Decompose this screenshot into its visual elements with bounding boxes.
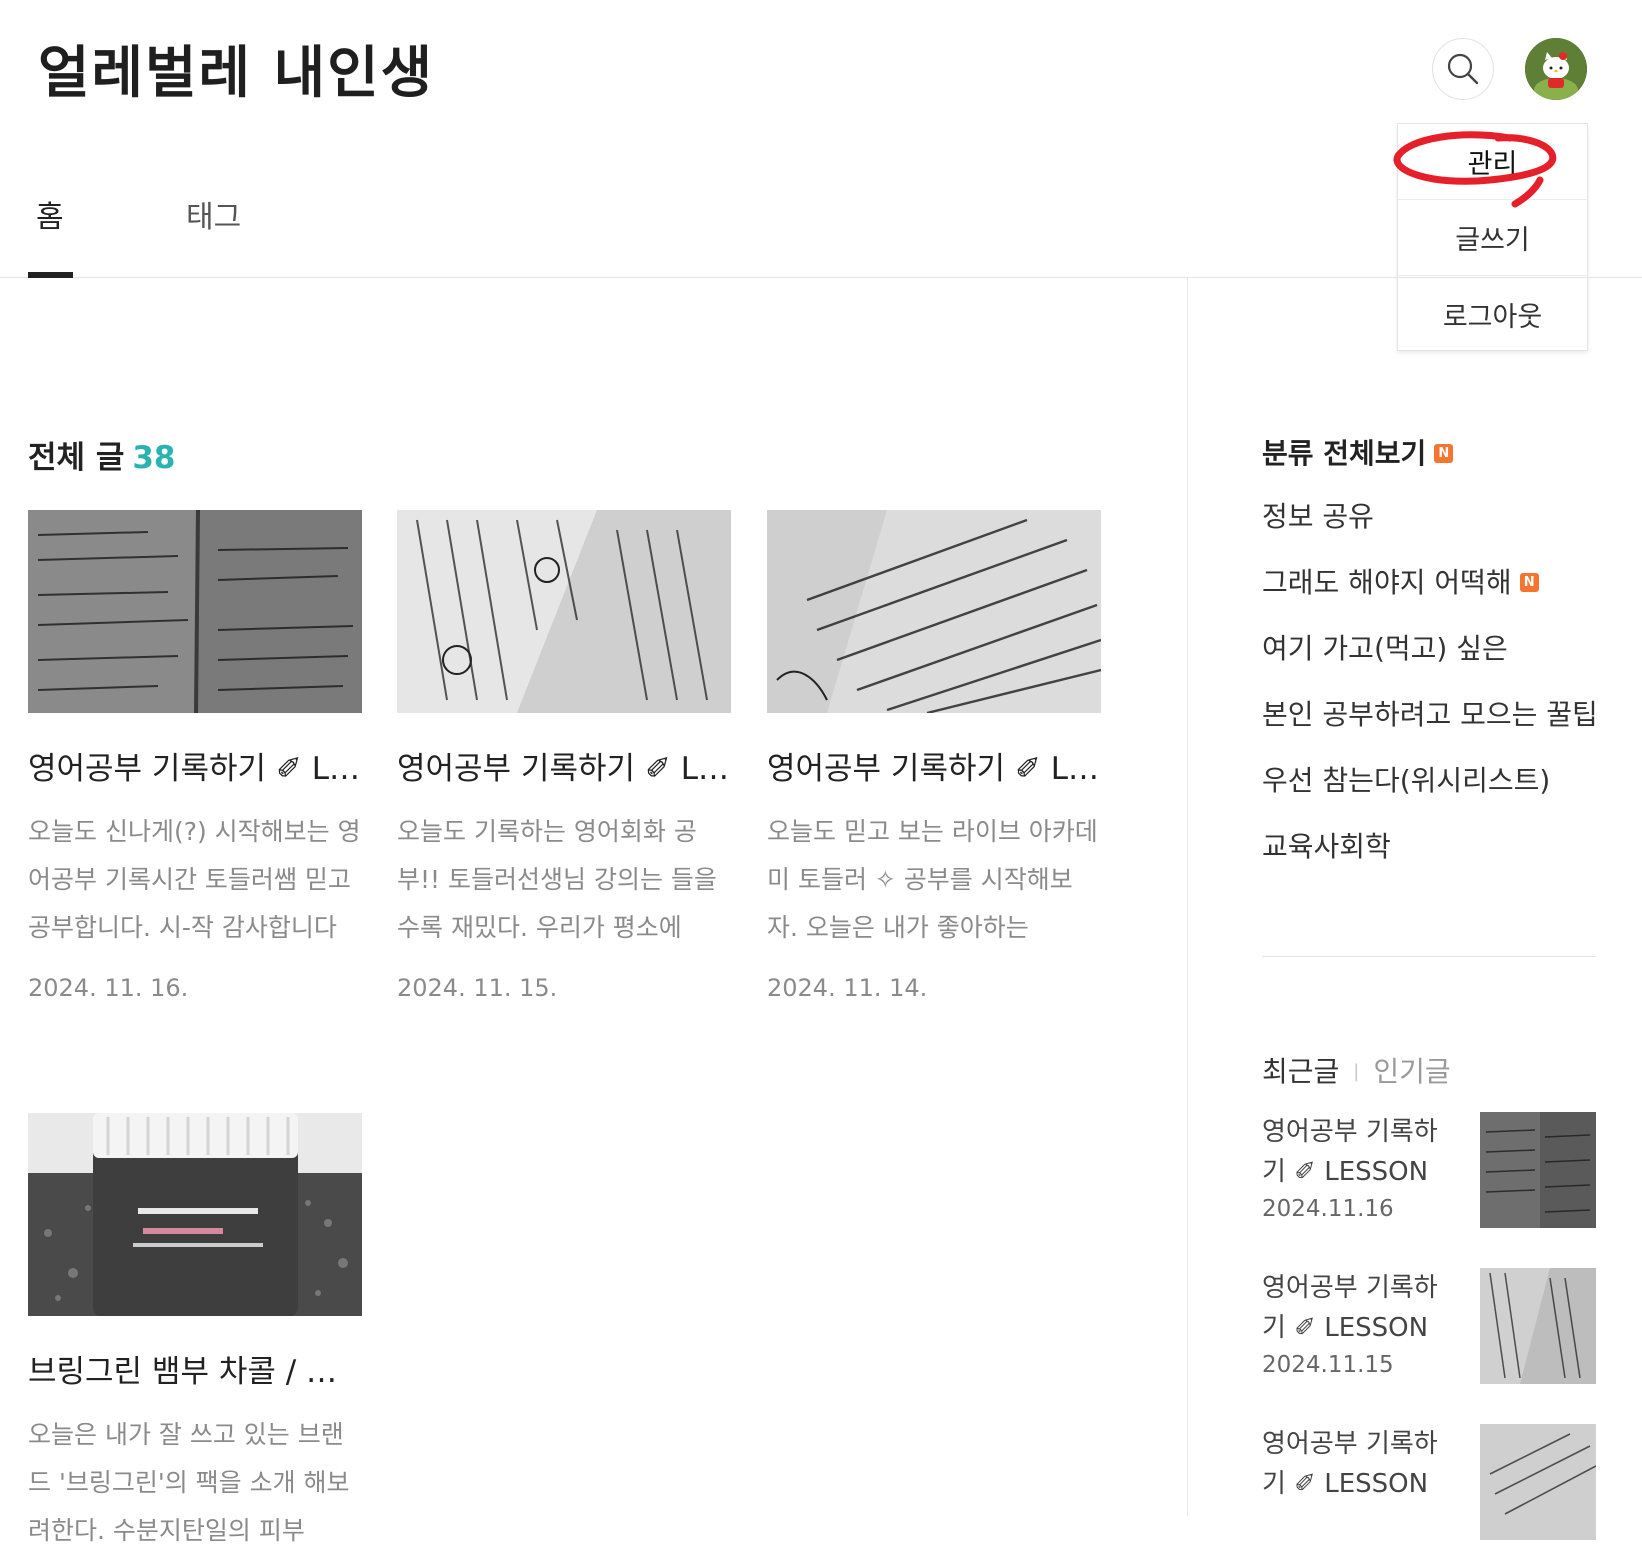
all-posts-label: 전체 글: [28, 440, 125, 476]
recent-post-title[interactable]: 영어공부 기록하기 ✐ LESSON: [1262, 1268, 1447, 1348]
post-title[interactable]: 영어공부 기록하기 ✐ LESSON: [28, 743, 362, 788]
category-label: 여기 가고(먹고) 싶은: [1262, 632, 1508, 665]
main-tabs: 홈 태그: [0, 180, 1642, 278]
column-divider: [1187, 278, 1188, 1516]
post-thumbnail[interactable]: [397, 510, 731, 713]
post-title[interactable]: 영어공부 기록하기 ✐ LESSON: [767, 743, 1101, 788]
category-item[interactable]: 그래도 해야지 어떡해 N: [1262, 561, 1598, 627]
tab-popular-posts[interactable]: 인기글: [1373, 1055, 1450, 1088]
category-label: 그래도 해야지 어떡해: [1262, 566, 1512, 599]
category-heading[interactable]: 분류 전체보기 N: [1262, 432, 1454, 472]
blog-title[interactable]: 얼레벌레 내인생: [38, 28, 434, 109]
post-date: 2024. 11. 15.: [397, 974, 558, 1002]
category-item[interactable]: 여기 가고(먹고) 싶은: [1262, 627, 1598, 693]
recent-popular-tabs: 최근글 | 인기글: [1262, 1050, 1451, 1090]
recent-post-item[interactable]: 영어공부 기록하기 ✐ LESSON: [1262, 1424, 1596, 1554]
category-item[interactable]: 정보 공유: [1262, 495, 1598, 561]
post-title[interactable]: 영어공부 기록하기 ✐ LESSON: [397, 743, 731, 788]
new-badge-icon: N: [1519, 572, 1539, 592]
post-thumbnail[interactable]: [767, 510, 1101, 713]
post-card[interactable]: 브링그린 뱀부 차콜 / 팩 리뷰 오늘은 내가 잘 쓰고 있는 브랜드 '브링…: [28, 1113, 362, 1555]
category-label: 본인 공부하려고 모으는 꿀팁: [1262, 698, 1598, 731]
post-excerpt: 오늘도 기록하는 영어회화 공부!! 토들러선생님 강의는 들을수록 재밌다. …: [397, 817, 717, 942]
category-label: 정보 공유: [1262, 500, 1374, 533]
user-avatar[interactable]: [1525, 38, 1587, 100]
post-date: 2024. 11. 16.: [28, 974, 189, 1002]
post-card[interactable]: 영어공부 기록하기 ✐ LESSON 오늘도 기록하는 영어회화 공부!! 토들…: [397, 510, 731, 1002]
recent-post-item[interactable]: 영어공부 기록하기 ✐ LESSON 2024.11.16: [1262, 1112, 1596, 1242]
post-thumbnail[interactable]: [28, 510, 362, 713]
category-label: 교육사회학: [1262, 830, 1391, 863]
tab-separator: |: [1353, 1061, 1360, 1082]
post-card[interactable]: 영어공부 기록하기 ✐ LESSON 오늘도 신나게(?) 시작해보는 영어공부…: [28, 510, 362, 1002]
recent-post-title[interactable]: 영어공부 기록하기 ✐ LESSON: [1262, 1112, 1447, 1192]
recent-post-date: 2024.11.15: [1262, 1352, 1394, 1378]
recent-post-item[interactable]: 영어공부 기록하기 ✐ LESSON 2024.11.15: [1262, 1268, 1596, 1398]
recent-post-thumbnail[interactable]: [1480, 1112, 1596, 1228]
new-badge-icon: N: [1434, 443, 1454, 463]
post-count: 38: [132, 440, 176, 476]
post-title[interactable]: 브링그린 뱀부 차콜 / 팩 리뷰: [28, 1346, 362, 1391]
all-posts-heading: 전체 글 38: [28, 432, 176, 477]
active-tab-indicator: [28, 272, 73, 278]
recent-post-thumbnail[interactable]: [1480, 1424, 1596, 1540]
search-button[interactable]: [1432, 38, 1494, 100]
category-label: 우선 참는다(위시리스트): [1262, 764, 1551, 797]
recent-post-thumbnail[interactable]: [1480, 1268, 1596, 1384]
category-heading-label: 분류 전체보기: [1262, 437, 1427, 470]
sidebar-divider: [1262, 956, 1596, 957]
category-item[interactable]: 우선 참는다(위시리스트): [1262, 759, 1598, 825]
recent-post-title[interactable]: 영어공부 기록하기 ✐ LESSON: [1262, 1424, 1447, 1504]
tab-recent-posts[interactable]: 최근글: [1262, 1055, 1339, 1088]
hello-kitty-avatar-icon: [1525, 38, 1587, 100]
post-thumbnail[interactable]: [28, 1113, 362, 1316]
tab-home[interactable]: 홈: [36, 192, 64, 236]
post-excerpt: 오늘도 믿고 보는 라이브 아카데미 토들러 ✧ 공부를 시작해보자. 오늘은 …: [767, 817, 1098, 942]
search-icon: [1447, 53, 1479, 85]
post-card[interactable]: 영어공부 기록하기 ✐ LESSON 오늘도 믿고 보는 라이브 아카데미 토들…: [767, 510, 1101, 1002]
post-excerpt: 오늘은 내가 잘 쓰고 있는 브랜드 '브링그린'의 팩을 소개 해보려한다. …: [28, 1420, 350, 1545]
category-item[interactable]: 교육사회학: [1262, 825, 1598, 891]
category-item[interactable]: 본인 공부하려고 모으는 꿀팁: [1262, 693, 1598, 759]
menu-item-logout[interactable]: 로그아웃: [1398, 276, 1587, 352]
post-excerpt: 오늘도 신나게(?) 시작해보는 영어공부 기록시간 토들러쌤 믿고 공부합니다…: [28, 817, 361, 942]
recent-post-date: 2024.11.16: [1262, 1196, 1394, 1222]
tab-tags[interactable]: 태그: [186, 192, 241, 236]
post-date: 2024. 11. 14.: [767, 974, 928, 1002]
category-list: 정보 공유 그래도 해야지 어떡해 N 여기 가고(먹고) 싶은 본인 공부하려고…: [1262, 495, 1598, 891]
